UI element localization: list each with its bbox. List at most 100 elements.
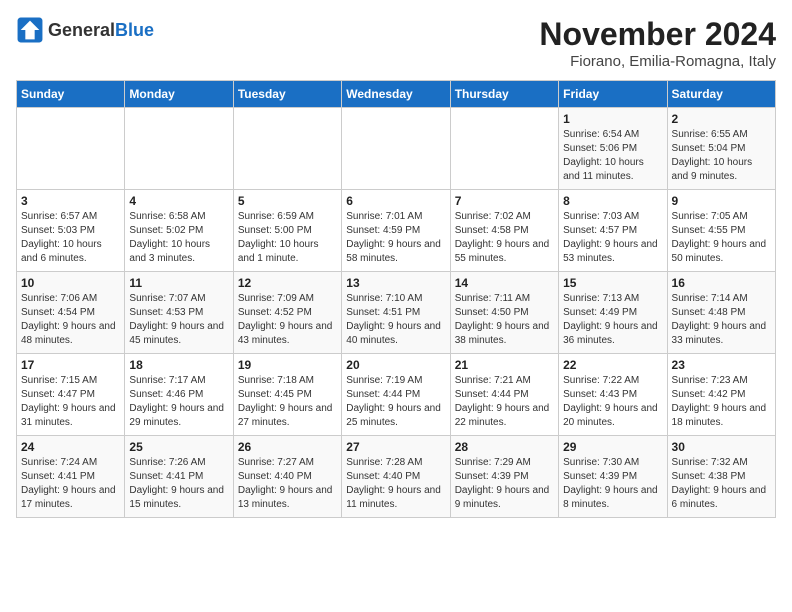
day-cell: 26Sunrise: 7:27 AM Sunset: 4:40 PM Dayli… xyxy=(233,436,341,518)
weekday-header-row: SundayMondayTuesdayWednesdayThursdayFrid… xyxy=(17,81,776,108)
day-info: Sunrise: 7:14 AM Sunset: 4:48 PM Dayligh… xyxy=(672,292,771,348)
day-info: Sunrise: 7:09 AM Sunset: 4:52 PM Dayligh… xyxy=(238,292,337,348)
day-info: Sunrise: 7:18 AM Sunset: 4:45 PM Dayligh… xyxy=(238,374,337,430)
day-cell xyxy=(125,108,233,190)
day-info: Sunrise: 7:11 AM Sunset: 4:50 PM Dayligh… xyxy=(455,292,554,348)
day-number: 25 xyxy=(129,440,228,454)
day-cell: 19 Sunrise: 7:18 AM Sunset: 4:45 PM Dayli… xyxy=(233,354,341,436)
day-info: Sunrise: 7:07 AM Sunset: 4:53 PM Dayligh… xyxy=(129,292,228,348)
day-number: 6 xyxy=(346,194,445,208)
logo-general: General xyxy=(48,20,115,40)
day-info: Sunrise: 7:22 AM Sunset: 4:43 PM Dayligh… xyxy=(563,374,662,430)
day-cell: 4Sunrise: 6:58 AM Sunset: 5:02 PM Daylig… xyxy=(125,190,233,272)
day-cell: 22 Sunrise: 7:22 AM Sunset: 4:43 PM Dayli… xyxy=(559,354,667,436)
day-info: Sunrise: 7:30 AM Sunset: 4:39 PM Dayligh… xyxy=(563,456,662,512)
weekday-header-sunday: Sunday xyxy=(17,81,125,108)
day-cell: 1Sunrise: 6:54 AM Sunset: 5:06 PM Daylig… xyxy=(559,108,667,190)
day-cell xyxy=(450,108,558,190)
week-row-1: 1Sunrise: 6:54 AM Sunset: 5:06 PM Daylig… xyxy=(17,108,776,190)
day-number: 16 xyxy=(672,276,771,290)
day-number: 12 xyxy=(238,276,337,290)
day-info: Sunrise: 7:05 AM Sunset: 4:55 PM Dayligh… xyxy=(672,210,771,266)
logo-blue: Blue xyxy=(115,20,154,40)
day-number: 13 xyxy=(346,276,445,290)
day-number: 3 xyxy=(21,194,120,208)
day-cell: 12 Sunrise: 7:09 AM Sunset: 4:52 PM Dayli… xyxy=(233,272,341,354)
day-cell: 28 Sunrise: 7:29 AM Sunset: 4:39 PM Dayli… xyxy=(450,436,558,518)
day-cell: 15 Sunrise: 7:13 AM Sunset: 4:49 PM Dayli… xyxy=(559,272,667,354)
day-cell xyxy=(17,108,125,190)
month-year-title: November 2024 xyxy=(539,16,776,53)
day-number: 28 xyxy=(455,440,554,454)
day-cell: 3 Sunrise: 6:57 AM Sunset: 5:03 PM Daylig… xyxy=(17,190,125,272)
weekday-header-wednesday: Wednesday xyxy=(342,81,450,108)
day-cell: 10 Sunrise: 7:06 AM Sunset: 4:54 PM Dayli… xyxy=(17,272,125,354)
location-subtitle: Fiorano, Emilia-Romagna, Italy xyxy=(539,53,776,70)
day-cell: 8 Sunrise: 7:03 AM Sunset: 4:57 PM Daylig… xyxy=(559,190,667,272)
day-cell: 23Sunrise: 7:23 AM Sunset: 4:42 PM Dayli… xyxy=(667,354,775,436)
day-number: 11 xyxy=(129,276,228,290)
calendar-table: SundayMondayTuesdayWednesdayThursdayFrid… xyxy=(16,80,776,518)
day-cell: 2 Sunrise: 6:55 AM Sunset: 5:04 PM Daylig… xyxy=(667,108,775,190)
day-number: 9 xyxy=(672,194,771,208)
weekday-header-tuesday: Tuesday xyxy=(233,81,341,108)
day-number: 19 xyxy=(238,358,337,372)
day-info: Sunrise: 7:03 AM Sunset: 4:57 PM Dayligh… xyxy=(563,210,662,266)
day-info: Sunrise: 7:28 AM Sunset: 4:40 PM Dayligh… xyxy=(346,456,445,512)
day-info: Sunrise: 7:21 AM Sunset: 4:44 PM Dayligh… xyxy=(455,374,554,430)
day-cell: 5Sunrise: 6:59 AM Sunset: 5:00 PM Daylig… xyxy=(233,190,341,272)
day-number: 2 xyxy=(672,112,771,126)
day-cell: 9 Sunrise: 7:05 AM Sunset: 4:55 PM Daylig… xyxy=(667,190,775,272)
weekday-header-friday: Friday xyxy=(559,81,667,108)
day-number: 27 xyxy=(346,440,445,454)
day-number: 21 xyxy=(455,358,554,372)
day-info: Sunrise: 6:57 AM Sunset: 5:03 PM Dayligh… xyxy=(21,210,120,266)
day-number: 10 xyxy=(21,276,120,290)
day-cell: 18 Sunrise: 7:17 AM Sunset: 4:46 PM Dayli… xyxy=(125,354,233,436)
day-number: 22 xyxy=(563,358,662,372)
day-cell: 13 Sunrise: 7:10 AM Sunset: 4:51 PM Dayli… xyxy=(342,272,450,354)
day-number: 4 xyxy=(129,194,228,208)
day-cell: 25 Sunrise: 7:26 AM Sunset: 4:41 PM Dayli… xyxy=(125,436,233,518)
day-info: Sunrise: 7:13 AM Sunset: 4:49 PM Dayligh… xyxy=(563,292,662,348)
day-cell: 24Sunrise: 7:24 AM Sunset: 4:41 PM Dayli… xyxy=(17,436,125,518)
day-number: 18 xyxy=(129,358,228,372)
day-info: Sunrise: 7:01 AM Sunset: 4:59 PM Dayligh… xyxy=(346,210,445,266)
day-info: Sunrise: 7:19 AM Sunset: 4:44 PM Dayligh… xyxy=(346,374,445,430)
day-info: Sunrise: 6:55 AM Sunset: 5:04 PM Dayligh… xyxy=(672,128,771,184)
day-number: 20 xyxy=(346,358,445,372)
day-cell: 7Sunrise: 7:02 AM Sunset: 4:58 PM Daylig… xyxy=(450,190,558,272)
day-info: Sunrise: 7:10 AM Sunset: 4:51 PM Dayligh… xyxy=(346,292,445,348)
day-cell: 29 Sunrise: 7:30 AM Sunset: 4:39 PM Dayli… xyxy=(559,436,667,518)
day-info: Sunrise: 7:17 AM Sunset: 4:46 PM Dayligh… xyxy=(129,374,228,430)
day-cell: 14 Sunrise: 7:11 AM Sunset: 4:50 PM Dayli… xyxy=(450,272,558,354)
day-info: Sunrise: 7:26 AM Sunset: 4:41 PM Dayligh… xyxy=(129,456,228,512)
week-row-2: 3 Sunrise: 6:57 AM Sunset: 5:03 PM Daylig… xyxy=(17,190,776,272)
day-number: 17 xyxy=(21,358,120,372)
day-number: 1 xyxy=(563,112,662,126)
day-number: 5 xyxy=(238,194,337,208)
day-cell: 20 Sunrise: 7:19 AM Sunset: 4:44 PM Dayli… xyxy=(342,354,450,436)
day-cell: 11 Sunrise: 7:07 AM Sunset: 4:53 PM Dayli… xyxy=(125,272,233,354)
day-info: Sunrise: 7:23 AM Sunset: 4:42 PM Dayligh… xyxy=(672,374,771,430)
week-row-3: 10 Sunrise: 7:06 AM Sunset: 4:54 PM Dayli… xyxy=(17,272,776,354)
day-number: 30 xyxy=(672,440,771,454)
week-row-5: 24Sunrise: 7:24 AM Sunset: 4:41 PM Dayli… xyxy=(17,436,776,518)
day-cell: 17 Sunrise: 7:15 AM Sunset: 4:47 PM Dayli… xyxy=(17,354,125,436)
day-number: 14 xyxy=(455,276,554,290)
day-number: 26 xyxy=(238,440,337,454)
day-number: 15 xyxy=(563,276,662,290)
day-cell: 30Sunrise: 7:32 AM Sunset: 4:38 PM Dayli… xyxy=(667,436,775,518)
day-cell: 6 Sunrise: 7:01 AM Sunset: 4:59 PM Daylig… xyxy=(342,190,450,272)
title-area: November 2024 Fiorano, Emilia-Romagna, I… xyxy=(539,16,776,70)
day-number: 29 xyxy=(563,440,662,454)
day-number: 8 xyxy=(563,194,662,208)
day-cell: 16 Sunrise: 7:14 AM Sunset: 4:48 PM Dayli… xyxy=(667,272,775,354)
day-cell xyxy=(233,108,341,190)
logo-text: GeneralBlue xyxy=(48,20,154,41)
day-info: Sunrise: 7:29 AM Sunset: 4:39 PM Dayligh… xyxy=(455,456,554,512)
weekday-header-thursday: Thursday xyxy=(450,81,558,108)
day-info: Sunrise: 7:15 AM Sunset: 4:47 PM Dayligh… xyxy=(21,374,120,430)
day-info: Sunrise: 7:06 AM Sunset: 4:54 PM Dayligh… xyxy=(21,292,120,348)
week-row-4: 17 Sunrise: 7:15 AM Sunset: 4:47 PM Dayli… xyxy=(17,354,776,436)
